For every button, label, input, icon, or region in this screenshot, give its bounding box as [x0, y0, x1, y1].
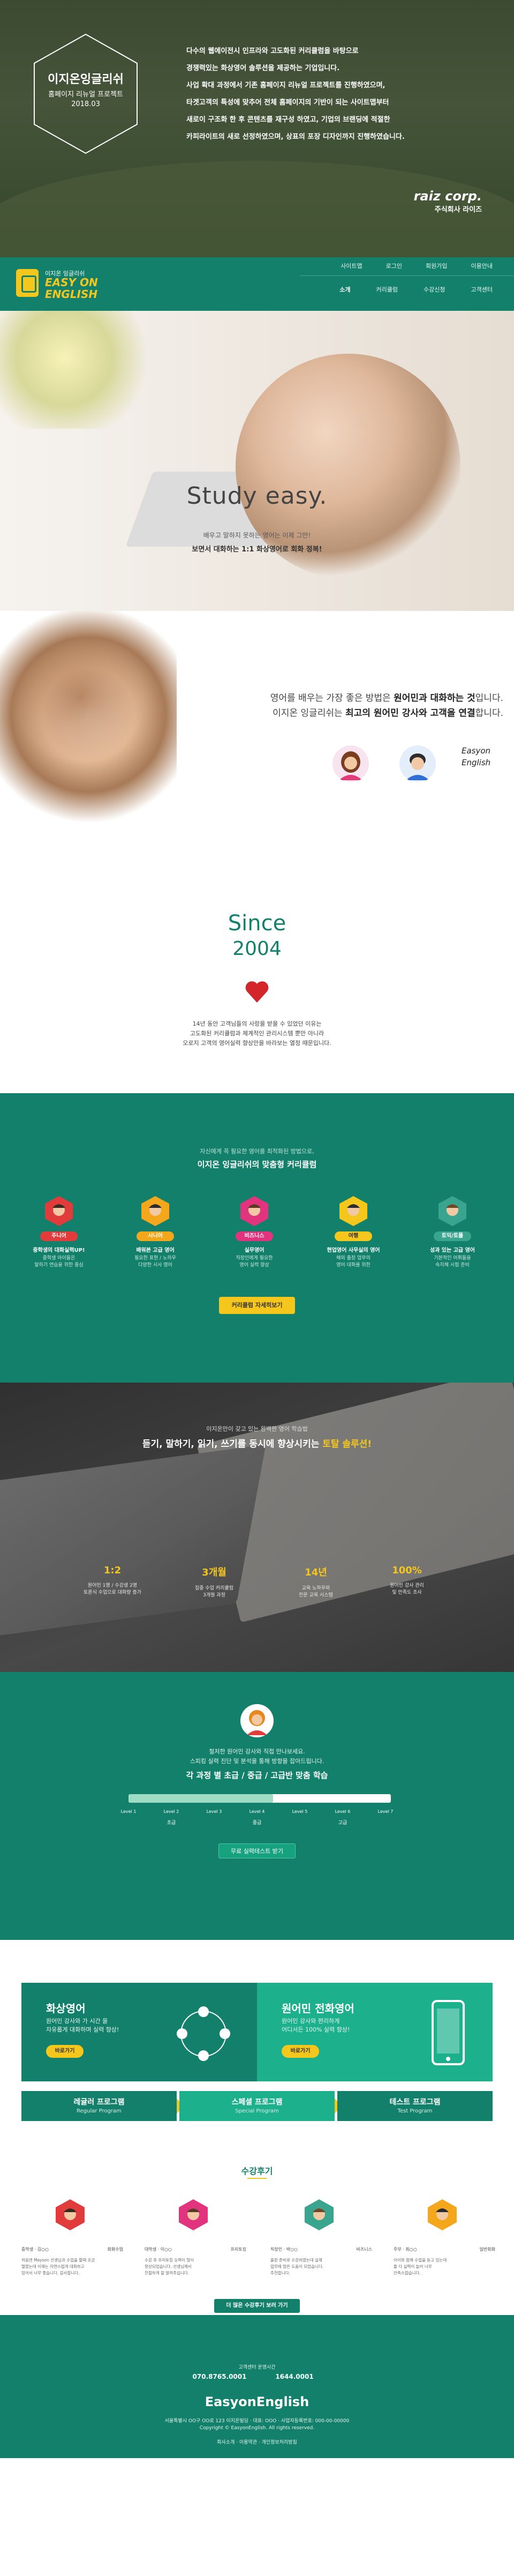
project-date: 2018.03 — [71, 100, 100, 108]
consultant-avatar-icon — [240, 1704, 274, 1737]
footer-copyright: Copyright © EasyonEnglish. All rights re… — [199, 2425, 315, 2431]
since-section: Since 2004 14년 동안 고객님들의 사랑을 받을 수 있었던 이유는… — [0, 841, 514, 1093]
phone-number-1[interactable]: 070.8765.0001 — [182, 2373, 257, 2380]
video-chat-people-icon — [177, 2006, 230, 2061]
reviewer-avatar-icon — [305, 2199, 334, 2230]
nav-support[interactable]: 고객센터 — [471, 285, 493, 294]
since-year: 2004 — [232, 938, 282, 960]
site-footer: 고객센터 운영시간 070.8765.0001 1644.0001 Easyon… — [0, 2315, 514, 2458]
teacher-avatar-icon — [332, 745, 369, 782]
curriculum-detail-button[interactable]: 커리큘럼 자세히보기 — [219, 1297, 295, 1314]
footer-link-terms[interactable]: 이용약관 — [239, 2440, 257, 2445]
hero-banner: Study easy. 배우고 말하지 못하는 영어는 이제 그만! 보면서 대… — [0, 311, 514, 611]
curriculum-kicker: 자신에게 꼭 필요한 영어를 최적화된 방법으로, — [200, 1148, 314, 1155]
reviewer-avatar-icon — [179, 2199, 208, 2230]
level-title: 각 과정 별 초급 / 중급 / 고급반 맞춤 학습 — [186, 1771, 328, 1780]
nav-login[interactable]: 로그인 — [386, 262, 402, 270]
hero-title: Study easy. — [186, 482, 328, 510]
company-logo: raiz corp. 주식회사 라이즈 — [413, 189, 482, 214]
footer-links: 회사소개 · 이용약관 · 개인정보처리방침 — [217, 2440, 297, 2445]
nav-sitemap[interactable]: 사이트맵 — [341, 262, 362, 270]
junior-icon — [45, 1196, 73, 1226]
project-intro: 이지온잉글리쉬 홈페이지 리뉴얼 프로젝트 2018.03 다수의 웹에이전시 … — [0, 0, 514, 257]
nav-enroll[interactable]: 수강신청 — [424, 285, 445, 294]
main-nav: 소개 커리큘럼 수강신청 고객센터 — [339, 285, 493, 294]
heart-icon — [245, 981, 269, 1003]
hero-tagline: 보면서 대화하는 1:1 화상영어로 회화 정복! — [192, 546, 322, 554]
site-header: 이지온 잉글리쉬 EASY ON ENGLISH 사이트맵 로그인 회원가입 이… — [0, 257, 514, 311]
solution-kicker: 이지온만이 갖고 있는 완벽한 영어 학습법 — [206, 1425, 308, 1432]
footer-brand: EasyonEnglish — [205, 2394, 309, 2409]
stat-ratio: 1:2 원어민 1명 / 수강생 2명 토론식 수업으로 대화량 증가 — [84, 1565, 141, 1595]
total-solution-section: 이지온만이 갖고 있는 완벽한 영어 학습법 듣기, 말하기, 읽기, 쓰기를 … — [0, 1383, 514, 1672]
native-message-1: 영어를 배우는 가장 좋은 방법은 원어민과 대화하는 것입니다. — [270, 693, 503, 704]
smartphone-icon — [432, 2000, 465, 2065]
project-title: 이지온잉글리쉬 — [48, 73, 124, 86]
utility-nav: 사이트맵 로그인 회원가입 이용안내 — [341, 262, 493, 270]
stat-percent: 100% 원어민 강사 관리 및 만족도 조사 — [390, 1565, 424, 1595]
stat-months: 3개월 집중 수업 커리큘럼 3개월 과정 — [195, 1567, 233, 1598]
business-icon — [240, 1196, 268, 1226]
brand-logo-icon[interactable] — [16, 269, 39, 297]
native-teacher-section: 영어를 배우는 가장 좋은 방법은 원어민과 대화하는 것입니다. 이지온 잉글… — [0, 611, 514, 841]
video-english-go-button[interactable]: 바로가기 — [46, 2045, 84, 2058]
footer-link-about[interactable]: 회사소개 — [217, 2440, 235, 2445]
nav-signup[interactable]: 회원가입 — [426, 262, 447, 270]
senior-icon — [141, 1196, 169, 1226]
reviews-title: 수강후기 — [241, 2166, 273, 2176]
nav-curriculum[interactable]: 커리큘럼 — [376, 285, 398, 294]
toeic-icon — [439, 1196, 466, 1226]
tab-special-program[interactable]: 스페셜 프로그램 Special Program — [179, 2091, 342, 2121]
curriculum-title: 이지온 잉글리쉬의 맞춤형 커리큘럼 — [197, 1160, 317, 1169]
level-test-section: 철저한 원어민 강사와 직접 만나보세요. 스피킹 실력 진단 및 분석을 통해… — [0, 1672, 514, 1940]
phone-english-box: 원어민 전화영어 원어민 강사와 편리하게 어디서든 100% 실력 향상! 바로… — [257, 1983, 493, 2081]
native-message-2: 이지온 잉글리쉬는 최고의 원어민 강사와 고객을 연결합니다. — [273, 708, 503, 719]
tab-regular-program[interactable]: 레귤러 프로그램 Regular Program — [21, 2091, 184, 2121]
since-label: Since — [228, 911, 286, 936]
curriculum-section: 자신에게 꼭 필요한 영어를 최적화된 방법으로, 이지온 잉글리쉬의 맞춤형 … — [0, 1093, 514, 1383]
signature-logo: Easyon English — [462, 746, 491, 767]
phone-english-go-button[interactable]: 바로가기 — [282, 2045, 319, 2058]
logo-wordmark[interactable]: EASY ON ENGLISH — [45, 277, 98, 300]
hero-subtitle: 배우고 말하지 못하는 영어는 이제 그만! — [203, 532, 311, 539]
programs-section: 화상영어 원어민 강사와 가 시간 을 자유롭게 대화하며 실력 향상! 바로가기… — [0, 1940, 514, 2315]
tab-test-program[interactable]: 테스트 프로그램 Test Program — [337, 2091, 493, 2121]
stat-years: 14년 교육 노하우와 전문 교육 시스템 — [299, 1567, 333, 1598]
phone-number-2[interactable]: 1644.0001 — [257, 2373, 332, 2380]
footer-link-privacy[interactable]: 개인정보처리방침 — [262, 2440, 297, 2445]
level-progress-fill — [128, 1794, 273, 1803]
reviewer-avatar-icon — [56, 2199, 85, 2230]
solution-title: 듣기, 말하기, 읽기, 쓰기를 동시에 향상시키는 토탈 솔루션! — [142, 1439, 372, 1450]
video-english-box: 화상영어 원어민 강사와 가 시간 을 자유롭게 대화하며 실력 향상! 바로가기 — [21, 1983, 257, 2081]
nav-guide[interactable]: 이용안내 — [471, 262, 493, 270]
project-subtitle: 홈페이지 리뉴얼 프로젝트 — [48, 91, 123, 99]
travel-icon — [339, 1196, 367, 1226]
free-test-button[interactable]: 무료 실력테스트 받기 — [218, 1843, 296, 1858]
project-description: 다수의 웹에이전시 인프라와 고도화된 커리큘럼을 바탕으로 경쟁력있는 화상영… — [186, 47, 405, 141]
footer-address: 서울특별시 OO구 OO로 123 이지온빌딩 · 대표: OOO · 사업자등… — [164, 2418, 350, 2424]
more-reviews-button[interactable]: 더 많은 수강후기 보러 가기 — [214, 2299, 300, 2313]
reviewer-avatar-icon — [428, 2199, 457, 2230]
nav-about[interactable]: 소개 — [339, 285, 350, 294]
student-avatar-icon — [399, 745, 436, 782]
